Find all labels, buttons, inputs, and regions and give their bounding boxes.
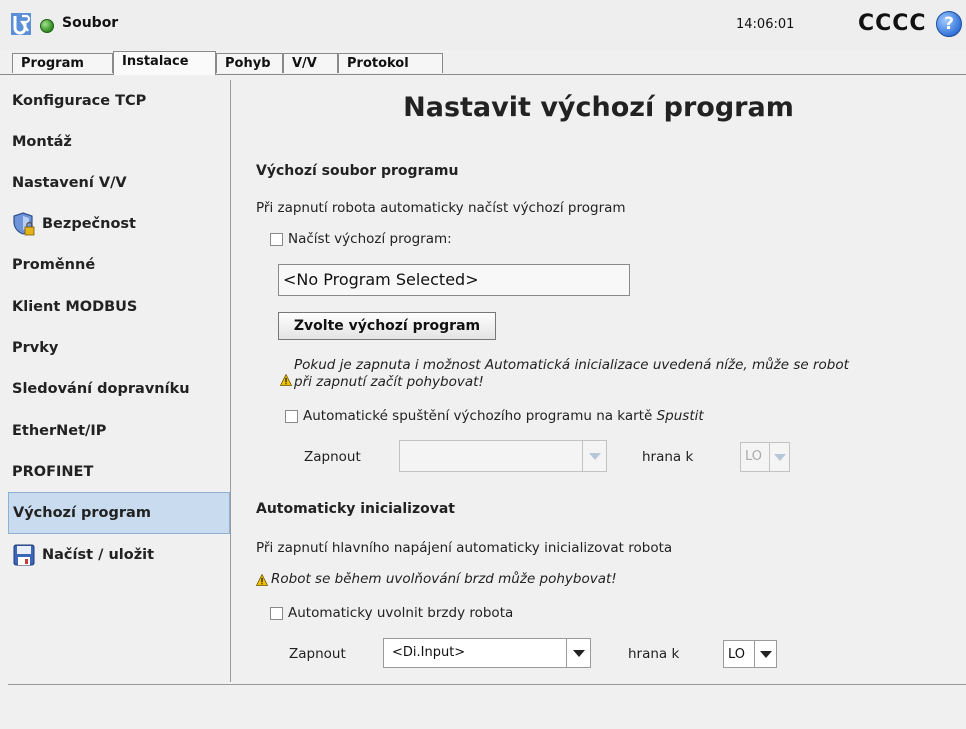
sidebar-item-conveyor-tracking[interactable]: Sledování dopravníku xyxy=(8,368,230,410)
robot-name: CCCC xyxy=(858,11,927,36)
warning-icon xyxy=(280,374,292,386)
sidebar-item-label: Výchozí program xyxy=(13,505,151,521)
autostart-tab-name: Spustit xyxy=(656,408,704,424)
ur-logo-icon xyxy=(11,13,31,35)
chevron-down-icon xyxy=(566,639,590,667)
sidebar-item-default-program[interactable]: Výchozí program xyxy=(8,492,230,534)
auto-init-enable-label: Zapnout xyxy=(289,646,346,662)
autostart-warning-line2: při zapnutí začít pohybovat! xyxy=(294,374,484,390)
sidebar-item-mounting[interactable]: Montáž xyxy=(8,121,230,163)
main-tab-bar: Program Instalace Pohyb V/V Protokol xyxy=(0,50,966,75)
autostart-label-text: Automatické spuštění výchozího programu … xyxy=(303,408,653,424)
autostart-enable-label: Zapnout xyxy=(304,449,361,465)
sidebar-item-variables[interactable]: Proměnné xyxy=(8,244,230,286)
chevron-down-icon xyxy=(754,641,776,667)
sidebar-item-label: Sledování dopravníku xyxy=(12,381,190,397)
warning-icon xyxy=(256,574,268,586)
robot-status-icon[interactable] xyxy=(40,19,54,33)
tab-move[interactable]: Pohyb xyxy=(216,53,283,73)
page-title: Nastavit výchozí program xyxy=(403,92,794,123)
sidebar-item-label: Konfigurace TCP xyxy=(12,93,147,109)
chevron-down-icon xyxy=(769,443,789,471)
sidebar-item-modbus-client[interactable]: Klient MODBUS xyxy=(8,286,230,328)
sidebar-item-label: Bezpečnost xyxy=(42,216,136,232)
auto-init-edge-select[interactable]: LO xyxy=(723,640,777,668)
auto-init-edge-label: hrana k xyxy=(628,646,680,662)
autostart-warning-line1: Pokud je zapnuta i možnost Automatická i… xyxy=(294,357,849,373)
sidebar-item-label: Nastavení V/V xyxy=(12,175,127,191)
sidebar-item-load-save[interactable]: Načíst / uložit xyxy=(8,534,230,576)
sidebar-item-profinet[interactable]: PROFINET xyxy=(8,451,230,493)
safety-shield-lock-icon xyxy=(13,212,35,236)
help-icon[interactable]: ? xyxy=(936,11,962,37)
bottom-divider xyxy=(8,684,966,685)
sidebar-item-io-setup[interactable]: Nastavení V/V xyxy=(8,162,230,204)
load-default-program-label[interactable]: Načíst výchozí program: xyxy=(288,231,452,247)
sidebar-item-label: Načíst / uložit xyxy=(42,547,155,563)
autostart-edge-value: LO xyxy=(745,449,763,464)
auto-release-brakes-label[interactable]: Automaticky uvolnit brzdy robota xyxy=(288,605,513,621)
default-file-description: Při zapnutí robota automaticky načíst vý… xyxy=(256,200,626,216)
chevron-down-icon xyxy=(582,441,606,471)
default-file-heading: Výchozí soubor programu xyxy=(256,163,459,179)
clock: 14:06:01 xyxy=(736,17,795,32)
sidebar-item-label: PROFINET xyxy=(12,464,94,480)
auto-release-brakes-checkbox[interactable] xyxy=(270,607,283,620)
tab-program[interactable]: Program xyxy=(12,53,113,73)
tab-io[interactable]: V/V xyxy=(283,53,338,73)
sidebar-item-label: Prvky xyxy=(12,340,59,356)
autostart-input-select[interactable] xyxy=(399,440,607,472)
auto-init-input-select[interactable]: <Di.Input> xyxy=(383,638,591,668)
file-menu[interactable]: Soubor xyxy=(62,15,118,31)
sidebar-item-tcp-configuration[interactable]: Konfigurace TCP xyxy=(8,80,230,122)
autostart-edge-label: hrana k xyxy=(642,449,694,465)
load-default-program-checkbox[interactable] xyxy=(270,233,283,246)
sidebar-item-label: EtherNet/IP xyxy=(12,423,107,439)
sidebar-item-ethernet-ip[interactable]: EtherNet/IP xyxy=(8,410,230,452)
auto-initialize-description: Při zapnutí hlavního napájení automatick… xyxy=(256,540,673,556)
sidebar-item-label: Proměnné xyxy=(12,257,96,273)
top-bar: Soubor 14:06:01 CCCC ? xyxy=(0,0,966,50)
sidebar-item-safety[interactable]: Bezpečnost xyxy=(8,203,230,245)
sidebar-item-label: Montáž xyxy=(12,134,72,150)
sidebar-item-label: Klient MODBUS xyxy=(12,299,138,315)
sidebar-item-features[interactable]: Prvky xyxy=(8,327,230,369)
tab-installation[interactable]: Instalace xyxy=(113,51,216,75)
floppy-disk-icon xyxy=(13,544,35,566)
autostart-checkbox[interactable] xyxy=(285,410,298,423)
choose-default-program-button[interactable]: Zvolte výchozí program xyxy=(278,312,496,340)
auto-init-edge-value: LO xyxy=(728,647,746,662)
default-program-panel: Nastavit výchozí program Výchozí soubor … xyxy=(231,80,966,684)
brake-release-warning: Robot se během uvolňování brzd může pohy… xyxy=(271,571,617,587)
installation-sidebar: Konfigurace TCP Montáž Nastavení V/V Bez… xyxy=(8,80,231,682)
autostart-edge-select[interactable]: LO xyxy=(740,442,790,472)
autostart-label[interactable]: Automatické spuštění výchozího programu … xyxy=(303,408,704,424)
tab-log[interactable]: Protokol xyxy=(338,53,443,73)
auto-init-input-value: <Di.Input> xyxy=(392,645,466,660)
auto-initialize-heading: Automaticky inicializovat xyxy=(256,501,455,517)
default-program-field: <No Program Selected> xyxy=(278,264,630,296)
